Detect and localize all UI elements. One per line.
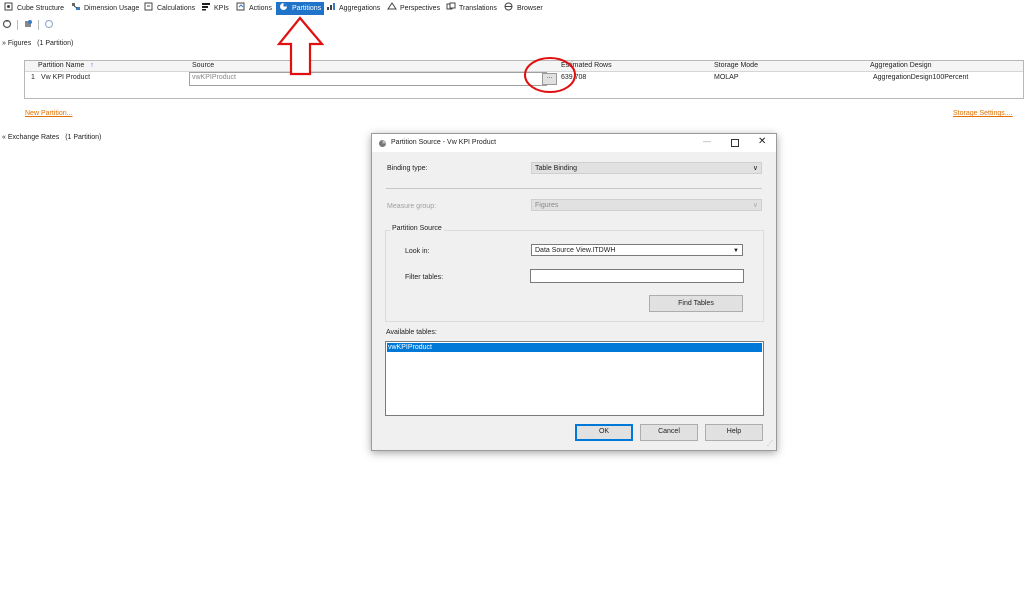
collapse-chevron-icon: » [2, 40, 6, 47]
toolbar-separator [16, 20, 18, 30]
figures-section-header[interactable]: » Figures (1 Partition) [2, 40, 73, 47]
dropdown-arrow-icon: ▼ [733, 248, 739, 254]
available-tables-label: Available tables: [386, 329, 437, 336]
process-icon[interactable] [2, 19, 12, 31]
new-partition-icon[interactable] [23, 19, 33, 31]
expand-chevron-icon: « [2, 134, 6, 141]
partition-icon [379, 140, 386, 147]
partition-name-cell[interactable]: Vw KPI Product [41, 73, 90, 83]
binding-type-label: Binding type: [387, 165, 428, 172]
ok-button[interactable]: OK [575, 424, 633, 441]
maximize-icon[interactable] [731, 139, 739, 147]
look-in-label: Look in: [405, 248, 430, 255]
partitions-toolbar [2, 19, 54, 31]
tab-perspectives[interactable]: Perspectives [387, 2, 440, 15]
binding-type-select[interactable]: Table Binding ∨ [531, 162, 762, 174]
cube-structure-icon [4, 2, 13, 11]
partition-source-dialog: Partition Source - Vw KPI Product — ✕ Bi… [371, 133, 777, 451]
translations-icon [446, 2, 456, 10]
column-header-partition-name[interactable]: Partition Name ↑ [38, 61, 94, 71]
partition-count: (1 Partition) [65, 134, 102, 141]
partitions-icon [280, 3, 287, 10]
annotation-circle-icon [524, 57, 576, 93]
aggregation-design-cell[interactable]: AggregationDesign100Percent [873, 73, 968, 83]
dimension-usage-icon [72, 3, 80, 10]
list-item[interactable]: vwKPIProduct [387, 343, 762, 352]
minimize-icon[interactable]: — [703, 137, 711, 146]
tab-partitions[interactable]: Partitions [276, 2, 325, 15]
filter-tables-input[interactable] [530, 269, 744, 283]
aggregations-icon [327, 3, 335, 10]
tab-dimension-usage[interactable]: Dimension Usage [71, 2, 139, 15]
sort-ascending-icon: ↑ [90, 62, 94, 69]
column-header-storage-mode[interactable]: Storage Mode [714, 61, 758, 71]
chevron-down-icon: ∨ [752, 165, 758, 172]
measure-group-label: Measure group: [387, 203, 437, 210]
resize-grip-icon[interactable]: ⋰ [767, 440, 773, 447]
chevron-down-icon: ∨ [752, 202, 758, 209]
tab-calculations[interactable]: Calculations [144, 2, 195, 15]
toolbar-separator [37, 20, 39, 30]
storage-settings-link[interactable]: Storage Settings.... [953, 110, 1013, 117]
cancel-button[interactable]: Cancel [640, 424, 698, 441]
measure-group-name: Exchange Rates [7, 134, 60, 141]
close-icon[interactable]: ✕ [758, 136, 766, 147]
partition-source-group-title: Partition Source [390, 225, 444, 232]
kpis-icon [202, 3, 210, 11]
storage-mode-cell[interactable]: MOLAP [714, 73, 739, 83]
browser-icon [504, 2, 513, 11]
tab-aggregations[interactable]: Aggregations [326, 2, 380, 15]
exchange-rates-section-header[interactable]: « Exchange Rates (1 Partition) [2, 134, 101, 141]
filter-tables-label: Filter tables: [405, 274, 444, 281]
row-index: 1 [31, 74, 35, 81]
dialog-title: Partition Source - Vw KPI Product [391, 139, 497, 146]
help-button[interactable]: Help [705, 424, 763, 441]
tab-translations[interactable]: Translations [446, 2, 497, 15]
tab-cube-structure[interactable]: Cube Structure [4, 2, 64, 15]
column-header-source[interactable]: Source [192, 61, 214, 71]
divider [386, 188, 762, 189]
partition-count: (1 Partition) [37, 40, 74, 47]
annotation-arrow-icon [276, 16, 325, 76]
measure-group-name: Figures [7, 40, 32, 47]
perspectives-icon [387, 2, 397, 10]
available-tables-list[interactable]: vwKPIProduct [385, 341, 764, 416]
new-partition-link[interactable]: New Partition... [25, 110, 72, 117]
refresh-icon[interactable] [44, 19, 54, 31]
tab-actions[interactable]: Actions [236, 2, 272, 15]
column-header-aggregation-design[interactable]: Aggregation Design [870, 61, 932, 71]
find-tables-button[interactable]: Find Tables [649, 295, 743, 312]
measure-group-select: Figures ∨ [531, 199, 762, 211]
designer-tab-bar: Cube Structure Dimension Usage Calculati… [0, 2, 1024, 16]
tab-browser[interactable]: Browser [504, 2, 543, 15]
source-cell-editor[interactable]: vwKPIProduct [189, 72, 547, 86]
source-value: vwKPIProduct [192, 74, 236, 81]
actions-icon [236, 2, 245, 11]
dialog-title-bar: Partition Source - Vw KPI Product — ✕ [372, 134, 776, 152]
calculations-icon [144, 2, 153, 11]
look-in-select[interactable]: Data Source View.ITDWH ▼ [531, 244, 743, 256]
tab-kpis[interactable]: KPIs [201, 2, 229, 15]
